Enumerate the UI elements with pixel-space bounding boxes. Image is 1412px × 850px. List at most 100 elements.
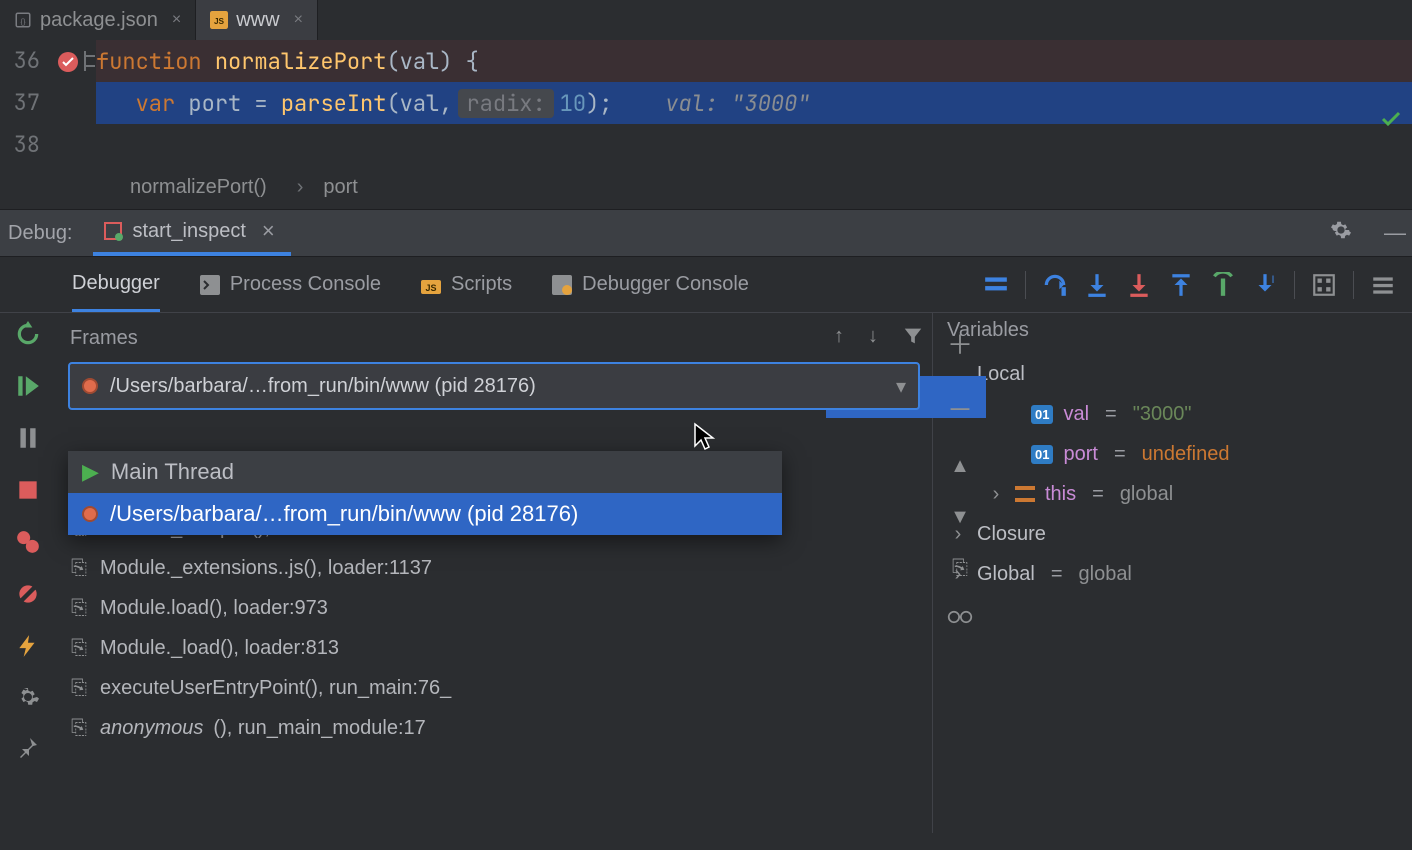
code-line-empty[interactable] [96, 124, 1412, 166]
frame-label: Module._extensions..js(), loader:1137 [100, 557, 432, 580]
object-icon [1015, 486, 1035, 502]
step-into-icon[interactable] [1084, 272, 1110, 298]
editor-tabs: {} package.json × JS www × [0, 0, 1412, 40]
tab-www[interactable]: JS www × [196, 0, 318, 40]
tab-debugger[interactable]: Debugger [72, 257, 160, 312]
settings-icon[interactable] [16, 685, 40, 709]
copy-icon[interactable]: ⎘ [952, 557, 968, 580]
function-call: parseInt [281, 89, 387, 118]
tab-process-console[interactable]: Process Console [200, 257, 381, 312]
mouse-cursor-icon [693, 422, 717, 452]
scope-local[interactable]: ⌄ Local [943, 354, 1402, 394]
arrow-up-icon[interactable]: ▲ [950, 455, 970, 478]
close-icon[interactable]: × [172, 11, 181, 29]
remove-watch-icon[interactable]: － [947, 390, 973, 427]
debugger-body: Frames /Users/barbara/…from_run/bin/www … [0, 313, 1412, 833]
resume-icon[interactable] [15, 373, 41, 399]
number-literal: 10 [560, 89, 586, 118]
console-icon [200, 275, 220, 295]
rerun-icon[interactable] [15, 321, 41, 347]
force-step-into-icon[interactable] [1126, 272, 1152, 298]
run-config-icon [103, 221, 123, 241]
pin-icon[interactable] [16, 735, 40, 759]
stop-icon[interactable] [15, 477, 41, 503]
gear-icon[interactable] [1324, 219, 1358, 247]
frame-icon: ⎘ [68, 597, 90, 620]
type-badge-icon: 01 [1031, 405, 1053, 424]
filter-icon[interactable] [902, 325, 924, 347]
variables-pane: Variables ⌄ Local 01 val = "3000" 01 por… [932, 313, 1412, 833]
frame-nav-controls: ↑ ↓ [834, 325, 924, 348]
frame-down-icon[interactable]: ↓ [868, 325, 878, 348]
frame-icon: ⎘ [68, 677, 90, 700]
equals: = [1108, 443, 1132, 466]
equals: = [1045, 563, 1069, 586]
variables-tree[interactable]: ⌄ Local 01 val = "3000" 01 port = undefi… [933, 348, 1412, 600]
code-editor[interactable]: 36 37 38 function normalizePort(val) { v… [0, 40, 1412, 166]
scope-closure[interactable]: › Closure [943, 514, 1402, 554]
stack-frame[interactable]: ⎘anonymous(), run_main_module:17 [56, 708, 932, 748]
code-line[interactable]: function normalizePort(val) { [96, 40, 1412, 82]
breadcrumb-item[interactable]: port [297, 176, 358, 199]
variable-value: "3000" [1133, 403, 1192, 426]
step-over-icon[interactable] [1042, 272, 1068, 298]
close-icon[interactable]: × [256, 218, 281, 244]
variable-value: global [1079, 563, 1132, 586]
breadcrumb-item[interactable]: normalizePort() [130, 176, 267, 199]
variable-name: this [1045, 483, 1076, 506]
mute-breakpoints-icon[interactable] [15, 581, 41, 607]
stack-frame[interactable]: ⎘Module._extensions..js(), loader:1137 [56, 548, 932, 588]
dropdown-item-main-thread[interactable]: ▶ Main Thread [68, 451, 782, 493]
dropdown-item-label: /Users/barbara/…from_run/bin/www (pid 28… [110, 501, 578, 527]
view-breakpoints-icon[interactable] [15, 529, 41, 555]
inspection-ok-icon[interactable] [1380, 108, 1402, 130]
dropdown-item-worker[interactable]: /Users/barbara/…from_run/bin/www (pid 28… [68, 493, 782, 535]
frame-label: executeUserEntryPoint(), run_main:76_ [100, 677, 451, 700]
close-icon[interactable]: × [294, 11, 303, 29]
chevron-down-icon[interactable]: ▾ [896, 374, 906, 399]
stack-frame[interactable]: ⎘ executeUserEntryPoint(), run_main:76_ [56, 668, 932, 708]
minimize-icon[interactable]: — [1378, 220, 1412, 246]
stack-frame[interactable]: ⎘Module._load(), loader:813 [56, 628, 932, 668]
frame-up-icon[interactable]: ↑ [834, 325, 844, 348]
breadcrumb[interactable]: normalizePort() port [0, 166, 1412, 209]
gutter[interactable] [48, 40, 96, 166]
watch-glasses-icon[interactable] [947, 608, 973, 626]
breakpoint-icon[interactable] [56, 50, 80, 74]
drop-frame-icon[interactable]: I [1252, 272, 1278, 298]
run-to-cursor-icon[interactable] [1210, 272, 1236, 298]
lightning-icon[interactable] [15, 633, 41, 659]
add-watch-icon[interactable]: ＋ [947, 325, 973, 362]
debug-run-column [0, 313, 56, 833]
tab-label: www [236, 9, 279, 32]
debug-session-tab[interactable]: start_inspect × [93, 210, 291, 256]
equals: = [1099, 403, 1123, 426]
variable-row[interactable]: › this = global [943, 474, 1402, 514]
arrow-down-icon[interactable]: ▼ [950, 506, 970, 529]
variable-name: val [1063, 403, 1089, 426]
variable-row[interactable]: 01 val = "3000" [943, 394, 1402, 434]
stack-frame[interactable]: ⎘Module.load(), loader:973 [56, 588, 932, 628]
step-out-icon[interactable] [1168, 272, 1194, 298]
debug-config-name: start_inspect [133, 220, 246, 243]
code-text: = [241, 89, 281, 118]
frame-fn: anonymous [100, 717, 203, 740]
scope-global[interactable]: › Global = global [943, 554, 1402, 594]
variable-row[interactable]: 01 port = undefined [943, 434, 1402, 474]
pause-icon[interactable] [15, 425, 41, 451]
tab-label: Debugger Console [582, 273, 749, 296]
more-icon[interactable] [1370, 272, 1396, 298]
svg-text:I: I [1272, 273, 1275, 285]
chevron-right-icon[interactable]: › [987, 483, 1005, 506]
thread-selector[interactable]: /Users/barbara/…from_run/bin/www (pid 28… [68, 362, 920, 410]
variables-toolbar: ＋ － ▲ ▼ ⎘ [940, 325, 980, 626]
layout-icon[interactable] [983, 272, 1009, 298]
code-line-current[interactable]: var port = parseInt(val,radix:10); val: … [96, 82, 1412, 124]
evaluate-icon[interactable] [1311, 272, 1337, 298]
tab-package-json[interactable]: {} package.json × [0, 0, 196, 40]
tab-debugger-console[interactable]: Debugger Console [552, 257, 749, 312]
stack-frames[interactable]: ⎘Module._compile(), loader:1105 ⎘Module.… [56, 508, 932, 748]
thread-dropdown[interactable]: ▶ Main Thread /Users/barbara/…from_run/b… [68, 451, 782, 535]
variable-name: port [1063, 443, 1097, 466]
tab-scripts[interactable]: JS Scripts [421, 257, 512, 312]
